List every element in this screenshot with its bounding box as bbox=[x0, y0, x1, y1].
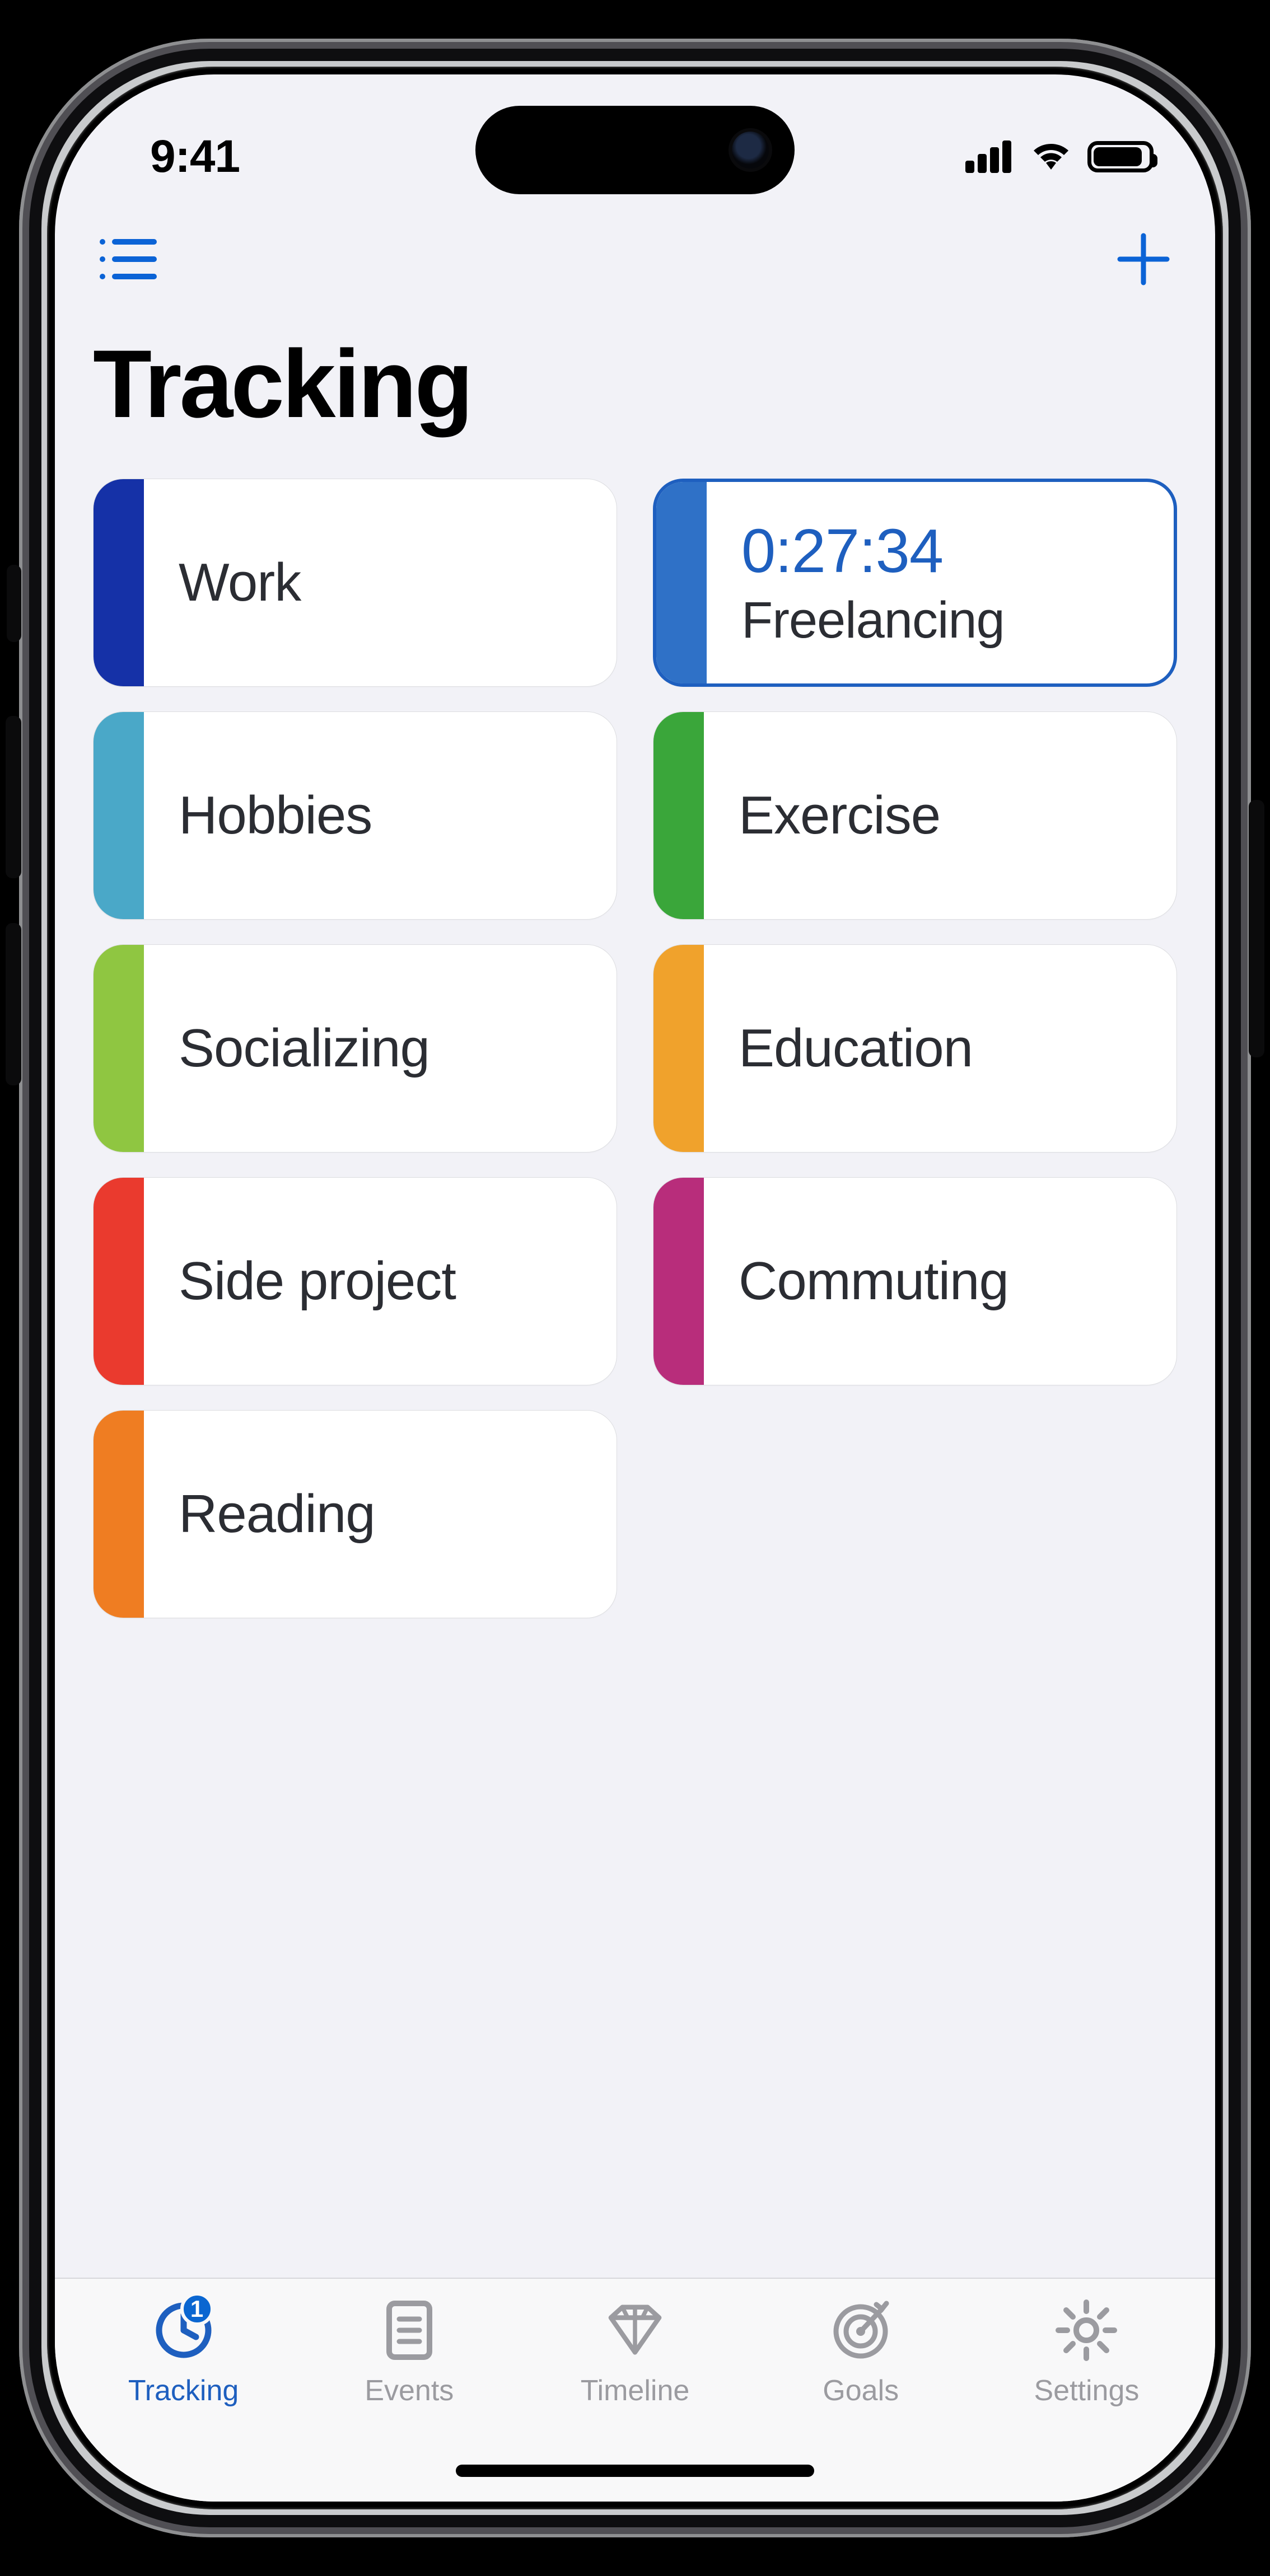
card-stripe bbox=[94, 1178, 144, 1385]
target-icon bbox=[827, 2297, 894, 2364]
tracking-card-reading[interactable]: Reading bbox=[93, 1410, 617, 1618]
card-stripe bbox=[653, 712, 704, 919]
battery-icon bbox=[1087, 141, 1154, 172]
page-title: Tracking bbox=[93, 329, 471, 439]
tracking-card-exercise[interactable]: Exercise bbox=[653, 711, 1177, 920]
tracking-card-education[interactable]: Education bbox=[653, 944, 1177, 1153]
card-body: Exercise bbox=[704, 712, 1176, 919]
diamond-icon bbox=[601, 2297, 669, 2364]
card-label: Education bbox=[739, 1018, 1176, 1079]
card-stripe bbox=[94, 945, 144, 1152]
add-button[interactable] bbox=[1110, 226, 1177, 293]
card-label: Exercise bbox=[739, 785, 1176, 846]
tab-settings[interactable]: Settings bbox=[974, 2297, 1199, 2408]
tab-events[interactable]: Events bbox=[296, 2297, 522, 2408]
tracking-card-hobbies[interactable]: Hobbies bbox=[93, 711, 617, 920]
card-label: Side project bbox=[179, 1250, 617, 1312]
wifi-icon bbox=[1029, 140, 1073, 173]
home-indicator[interactable] bbox=[456, 2465, 814, 2477]
cellular-icon bbox=[965, 140, 1015, 173]
card-body: Education bbox=[704, 945, 1176, 1152]
card-stripe bbox=[94, 479, 144, 686]
card-body: 0:27:34 Freelancing bbox=[707, 482, 1174, 683]
card-label: Commuting bbox=[739, 1250, 1176, 1312]
bezel: 9:41 bbox=[47, 67, 1223, 2509]
card-body: Reading bbox=[144, 1411, 617, 1618]
tab-timeline[interactable]: Timeline bbox=[522, 2297, 748, 2408]
tab-label: Goals bbox=[823, 2374, 899, 2408]
tab-tracking[interactable]: 1 Tracking bbox=[71, 2297, 296, 2408]
tab-label: Timeline bbox=[581, 2374, 690, 2408]
tab-goals[interactable]: Goals bbox=[748, 2297, 974, 2408]
tab-label: Tracking bbox=[128, 2374, 239, 2408]
screen: 9:41 bbox=[55, 74, 1215, 2502]
card-body: Hobbies bbox=[144, 712, 617, 919]
tracking-card-freelancing[interactable]: 0:27:34 Freelancing bbox=[653, 479, 1177, 687]
card-timer: 0:27:34 bbox=[741, 516, 1174, 587]
mute-switch[interactable] bbox=[7, 565, 21, 642]
tracking-card-commuting[interactable]: Commuting bbox=[653, 1177, 1177, 1385]
card-body: Work bbox=[144, 479, 617, 686]
tab-badge: 1 bbox=[180, 2292, 214, 2326]
card-stripe bbox=[653, 945, 704, 1152]
volume-down-button[interactable] bbox=[6, 923, 21, 1085]
volume-up-button[interactable] bbox=[6, 716, 21, 878]
tracking-card-socializing[interactable]: Socializing bbox=[93, 944, 617, 1153]
card-label: Reading bbox=[179, 1483, 617, 1545]
tab-label: Settings bbox=[1034, 2374, 1139, 2408]
card-label: Hobbies bbox=[179, 785, 617, 846]
list-view-button[interactable] bbox=[93, 226, 160, 293]
nav-bar bbox=[55, 203, 1215, 315]
card-body: Commuting bbox=[704, 1178, 1176, 1385]
card-stripe bbox=[94, 712, 144, 919]
tracking-card-side-project[interactable]: Side project bbox=[93, 1177, 617, 1385]
card-label: Socializing bbox=[179, 1018, 617, 1079]
gear-icon bbox=[1053, 2297, 1120, 2364]
card-label: Work bbox=[179, 552, 617, 613]
status-time: 9:41 bbox=[150, 130, 240, 183]
card-body: Side project bbox=[144, 1178, 617, 1385]
card-label: Freelancing bbox=[741, 591, 1174, 650]
status-indicators bbox=[965, 140, 1154, 173]
device-frame: 9:41 bbox=[19, 39, 1251, 2537]
card-body: Socializing bbox=[144, 945, 617, 1152]
dynamic-island bbox=[475, 106, 795, 194]
power-button[interactable] bbox=[1249, 800, 1264, 1057]
card-stripe bbox=[94, 1411, 144, 1618]
tracking-grid: Work 0:27:34 Freelancing Hobbies bbox=[93, 479, 1177, 1618]
clock-icon: 1 bbox=[150, 2297, 217, 2364]
card-stripe bbox=[656, 482, 707, 683]
tracking-card-work[interactable]: Work bbox=[93, 479, 617, 687]
document-icon bbox=[376, 2297, 443, 2364]
card-stripe bbox=[653, 1178, 704, 1385]
tab-label: Events bbox=[365, 2374, 454, 2408]
